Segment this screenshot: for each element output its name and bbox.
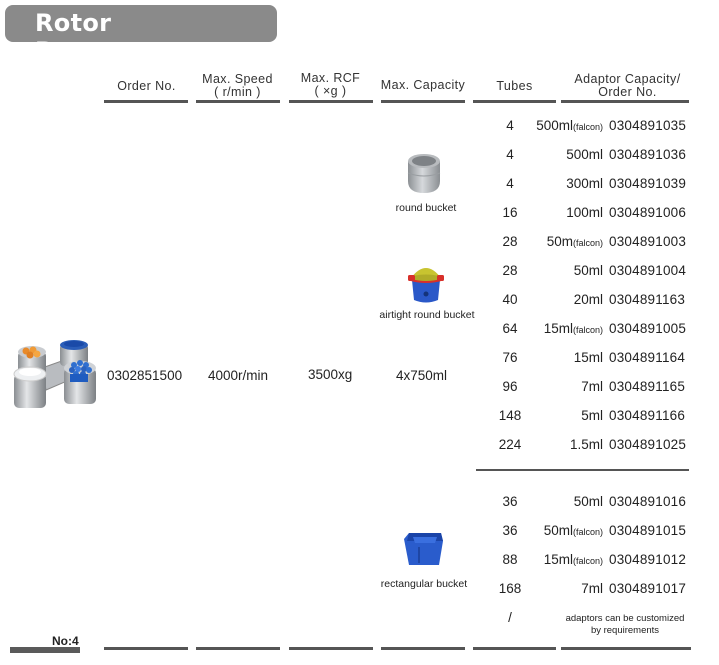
adaptor-capacity: 7ml [503, 379, 603, 394]
adaptor-capacity: 50ml(falcon) [503, 523, 603, 538]
round-bucket-label: round bucket [395, 202, 457, 214]
adaptor-order-no: 0304891017 [609, 581, 687, 596]
adaptor-order-no: 0304891163 [609, 292, 686, 307]
rotor-max-capacity: 4x750ml [396, 368, 448, 383]
header-rule [289, 100, 373, 103]
adaptor-capacity: 1.5ml [503, 437, 603, 452]
adaptor-capacity-suffix: (falcon) [572, 122, 603, 132]
airtight-bucket-label: airtight round bucket [379, 309, 475, 321]
header-rule [104, 100, 188, 103]
footer-rule [381, 647, 465, 650]
adaptor-capacity: 50ml [503, 263, 603, 278]
header-adaptor-line2: Order No. [598, 85, 657, 99]
adaptor-capacity: 15ml(falcon) [503, 321, 603, 336]
adaptor-order-no: 0304891035 [609, 118, 687, 133]
adaptor-capacity: 15ml [503, 350, 603, 365]
adaptor-order-no: 0304891006 [609, 205, 687, 220]
adaptor-capacity: 300ml [503, 176, 603, 191]
adaptor-capacity-value: 50m [546, 234, 573, 249]
rotor-max-speed: 4000r/min [208, 368, 269, 383]
header-rule [196, 100, 280, 103]
adaptor-order-no: 0304891036 [609, 147, 687, 162]
header-rule [473, 100, 556, 103]
adaptor-capacity-value: 7ml [581, 379, 603, 394]
adaptor-capacity: 20ml [503, 292, 603, 307]
header-max-speed: Max. Speed ( r/min ) [195, 73, 280, 99]
adaptor-capacity: 15ml(falcon) [503, 552, 603, 567]
adaptor-capacity-value: 15ml [543, 321, 573, 336]
adaptor-capacity-value: 500ml [536, 118, 573, 133]
adaptor-capacity-value: 15ml [573, 350, 603, 365]
adaptor-order-no: 0304891039 [609, 176, 687, 191]
adaptor-capacity-value: 300ml [566, 176, 603, 191]
rectangular-bucket-label: rectangular bucket [380, 578, 468, 590]
adaptor-capacity: 100ml [503, 205, 603, 220]
adaptor-order-no: 0304891165 [609, 379, 686, 394]
rotor-order-no: 0302851500 [107, 368, 183, 383]
footer-rule [104, 647, 188, 650]
adaptor-capacity-suffix: (falcon) [572, 325, 603, 335]
adaptor-capacity-value: 50ml [573, 494, 603, 509]
adaptor-capacity-value: 100ml [566, 205, 603, 220]
adaptor-order-no: 0304891003 [609, 234, 687, 249]
adaptor-order-no: 0304891004 [609, 263, 687, 278]
page-number: No:4 [52, 634, 79, 648]
custom-note-line1: adaptors can be customized [565, 613, 685, 624]
adaptor-capacity: 5ml [503, 408, 603, 423]
custom-note-line2: by requirements [590, 625, 660, 636]
footer-rule [561, 647, 691, 650]
header-adaptor: Adaptor Capacity/ Order No. [560, 73, 695, 99]
adaptor-capacity-value: 50ml [543, 523, 573, 538]
group-separator [476, 469, 689, 471]
adaptor-order-no: 0304891016 [609, 494, 687, 509]
adaptor-capacity-value: 500ml [566, 147, 603, 162]
adaptor-capacity: 50ml [503, 494, 603, 509]
header-order-no: Order No. [117, 79, 176, 93]
adaptor-capacity-value: 1.5ml [569, 437, 603, 452]
footer-rule [473, 647, 556, 650]
adaptor-capacity: 50m(falcon) [503, 234, 603, 249]
adaptor-capacity-suffix: (falcon) [572, 238, 603, 248]
adaptor-capacity-value: 20ml [573, 292, 603, 307]
footer-rule [196, 647, 280, 650]
airtight-round-bucket-icon [408, 268, 444, 303]
adaptor-order-no: 0304891015 [609, 523, 687, 538]
rotor-max-rcf: 3500xg [308, 367, 353, 382]
adaptor-capacity-value: 15ml [543, 552, 573, 567]
footer-rule [289, 647, 373, 650]
adaptor-order-no: 0304891164 [609, 350, 686, 365]
header-max-rcf-line2: ( ×g ) [314, 84, 347, 98]
header-max-capacity: Max. Capacity [380, 78, 466, 92]
rotor-icon [13, 340, 96, 408]
adaptor-capacity: 7ml [503, 581, 603, 596]
rectangular-bucket-image [401, 531, 445, 569]
custom-note: adaptors can be customized by requiremen… [555, 613, 695, 637]
adaptor-capacity: 500ml(falcon) [503, 118, 603, 133]
adaptor-capacity-value: 5ml [581, 408, 603, 423]
adaptor-capacity: 500ml [503, 147, 603, 162]
rectangular-bucket-icon [404, 533, 443, 565]
header-rule [381, 100, 465, 103]
round-bucket-icon [407, 154, 441, 193]
header-tubes: Tubes [496, 79, 533, 93]
header-max-rcf: Max. RCF ( ×g ) [288, 72, 373, 98]
header-max-speed-line2: ( r/min ) [214, 85, 261, 99]
round-bucket-image [404, 151, 444, 195]
adaptor-capacity-suffix: (falcon) [572, 527, 603, 537]
adaptor-order-no: 0304891012 [609, 552, 687, 567]
adaptor-order-no: 0304891166 [609, 408, 686, 423]
rotor-image [12, 338, 100, 414]
adaptor-capacity-value: 50ml [573, 263, 603, 278]
adaptor-capacity-suffix: (falcon) [572, 556, 603, 566]
adaptor-capacity-value: 7ml [581, 581, 603, 596]
adaptor-order-no: 0304891025 [609, 437, 687, 452]
page-title: Rotor Parameters [35, 9, 195, 65]
custom-tubes: / [508, 610, 512, 625]
airtight-bucket-image [405, 258, 447, 306]
page-number-bar [10, 647, 80, 653]
section-title-bar: Rotor Parameters [5, 5, 277, 65]
header-rule [561, 100, 689, 103]
adaptor-order-no: 0304891005 [609, 321, 687, 336]
